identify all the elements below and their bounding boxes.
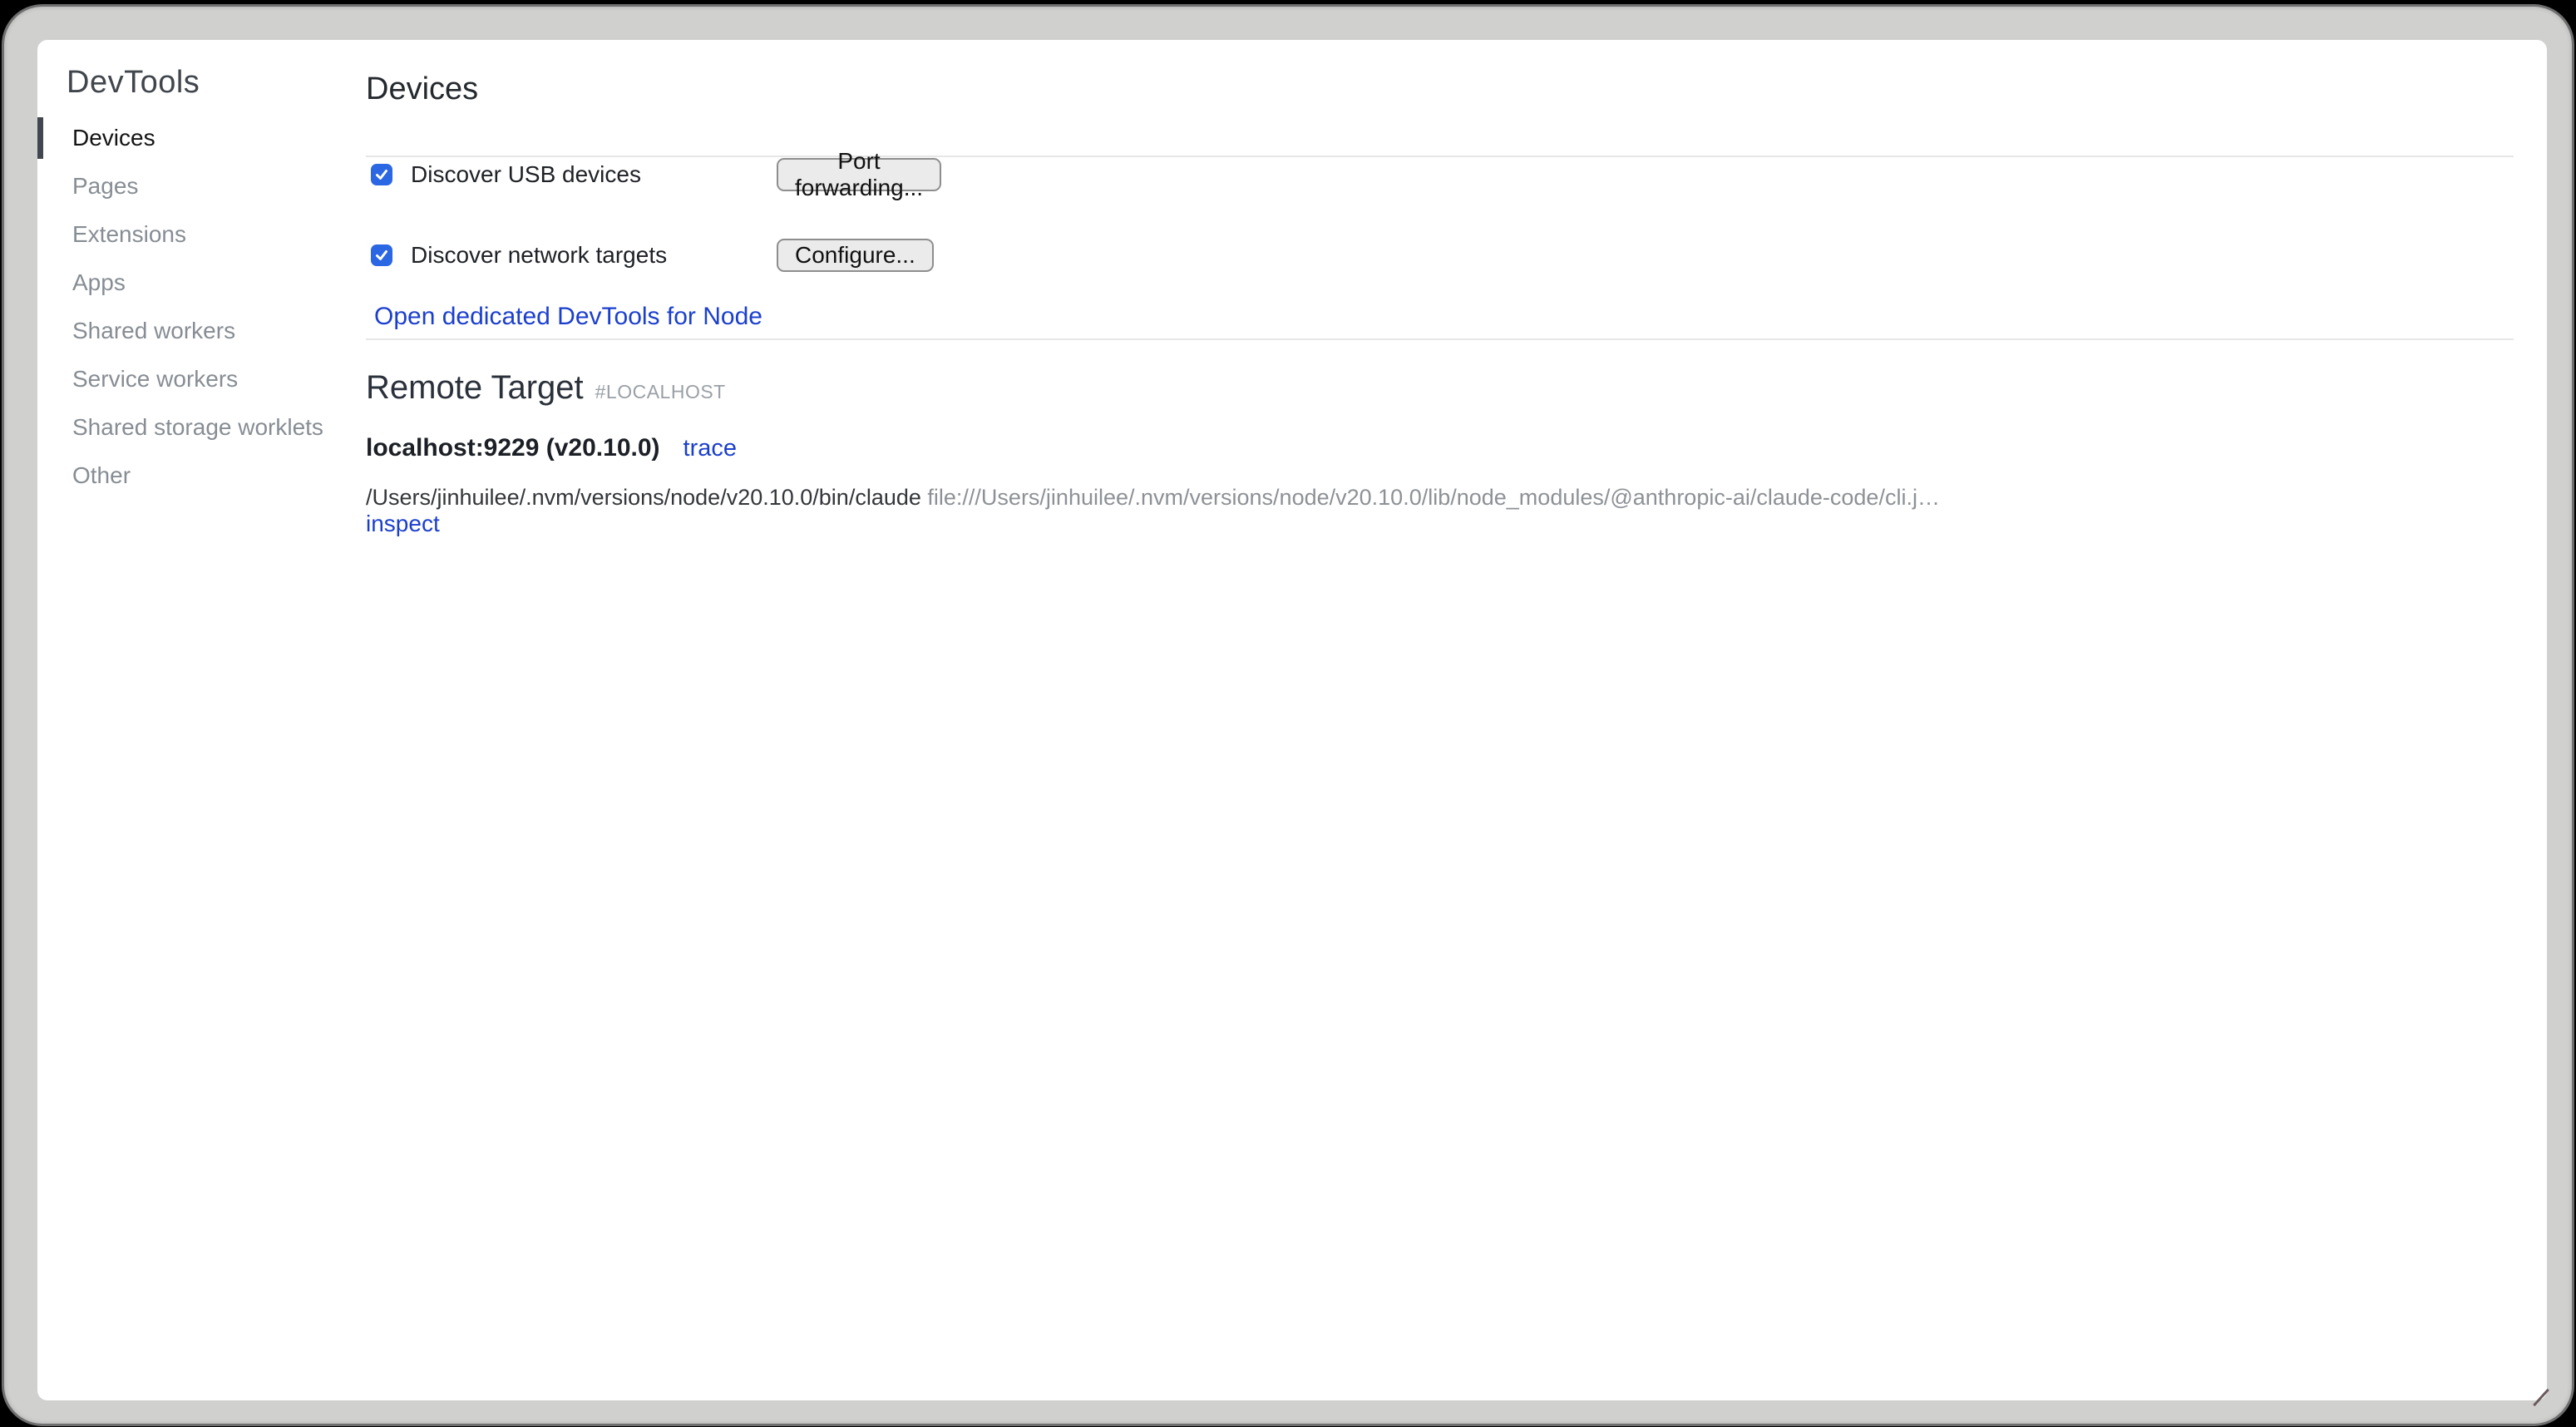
target-detail: /Users/jinhuilee/.nvm/versions/node/v20.… xyxy=(366,484,2361,537)
sidebar-item-devices[interactable]: Devices xyxy=(37,114,366,162)
sidebar-item-label: Extensions xyxy=(72,221,186,248)
resize-grip-icon[interactable] xyxy=(2533,1389,2549,1406)
localhost-tag: #LOCALHOST xyxy=(595,381,726,403)
sidebar-item-label: Pages xyxy=(72,173,138,200)
divider xyxy=(366,338,2514,340)
sidebar-item-shared-storage-worklets[interactable]: Shared storage worklets xyxy=(37,403,366,452)
process-path: /Users/jinhuilee/.nvm/versions/node/v20.… xyxy=(366,485,921,510)
window-frame: DevTools Devices Pages Extensions Apps S… xyxy=(4,7,2572,1424)
sidebar-item-extensions[interactable]: Extensions xyxy=(37,210,366,259)
sidebar-nav: Devices Pages Extensions Apps Shared wor… xyxy=(37,114,366,500)
configure-button[interactable]: Configure... xyxy=(777,239,934,272)
target-line: localhost:9229 (v20.10.0) trace xyxy=(366,434,737,462)
remote-target-title: Remote Target xyxy=(366,369,584,407)
sidebar-item-service-workers[interactable]: Service workers xyxy=(37,355,366,403)
sidebar-item-label: Other xyxy=(72,462,131,489)
checkmark-icon xyxy=(374,248,389,263)
file-url: file:///Users/jinhuilee/.nvm/versions/no… xyxy=(927,485,1940,510)
sidebar-item-label: Devices xyxy=(72,125,155,151)
page-title: Devices xyxy=(366,72,478,107)
sidebar-item-label: Service workers xyxy=(72,366,238,393)
devtools-page: DevTools Devices Pages Extensions Apps S… xyxy=(37,40,2547,1400)
sidebar-item-label: Apps xyxy=(72,269,126,296)
remote-target-header: Remote Target #LOCALHOST xyxy=(366,369,726,407)
sidebar-item-pages[interactable]: Pages xyxy=(37,162,366,210)
discover-network-row: Discover network targets Configure... xyxy=(371,237,667,274)
port-forwarding-button[interactable]: Port forwarding... xyxy=(777,158,941,191)
inspect-link[interactable]: inspect xyxy=(366,511,440,536)
target-name: localhost:9229 (v20.10.0) xyxy=(366,434,660,462)
app-title: DevTools xyxy=(67,65,200,101)
checkmark-icon xyxy=(374,167,389,182)
sidebar-item-label: Shared storage worklets xyxy=(72,414,323,441)
sidebar: DevTools Devices Pages Extensions Apps S… xyxy=(37,40,366,1400)
target-path-line: /Users/jinhuilee/.nvm/versions/node/v20.… xyxy=(366,484,2361,511)
discover-usb-label: Discover USB devices xyxy=(411,161,641,188)
divider xyxy=(366,156,2514,157)
sidebar-item-apps[interactable]: Apps xyxy=(37,259,366,307)
open-node-devtools-link[interactable]: Open dedicated DevTools for Node xyxy=(374,303,762,331)
trace-link[interactable]: trace xyxy=(683,435,737,462)
discover-network-label: Discover network targets xyxy=(411,242,667,269)
sidebar-item-label: Shared workers xyxy=(72,318,235,344)
discover-usb-row: Discover USB devices Port forwarding... xyxy=(371,156,641,193)
discover-network-checkbox[interactable] xyxy=(371,244,392,266)
sidebar-item-shared-workers[interactable]: Shared workers xyxy=(37,307,366,355)
sidebar-item-other[interactable]: Other xyxy=(37,452,366,500)
discover-usb-checkbox[interactable] xyxy=(371,164,392,185)
